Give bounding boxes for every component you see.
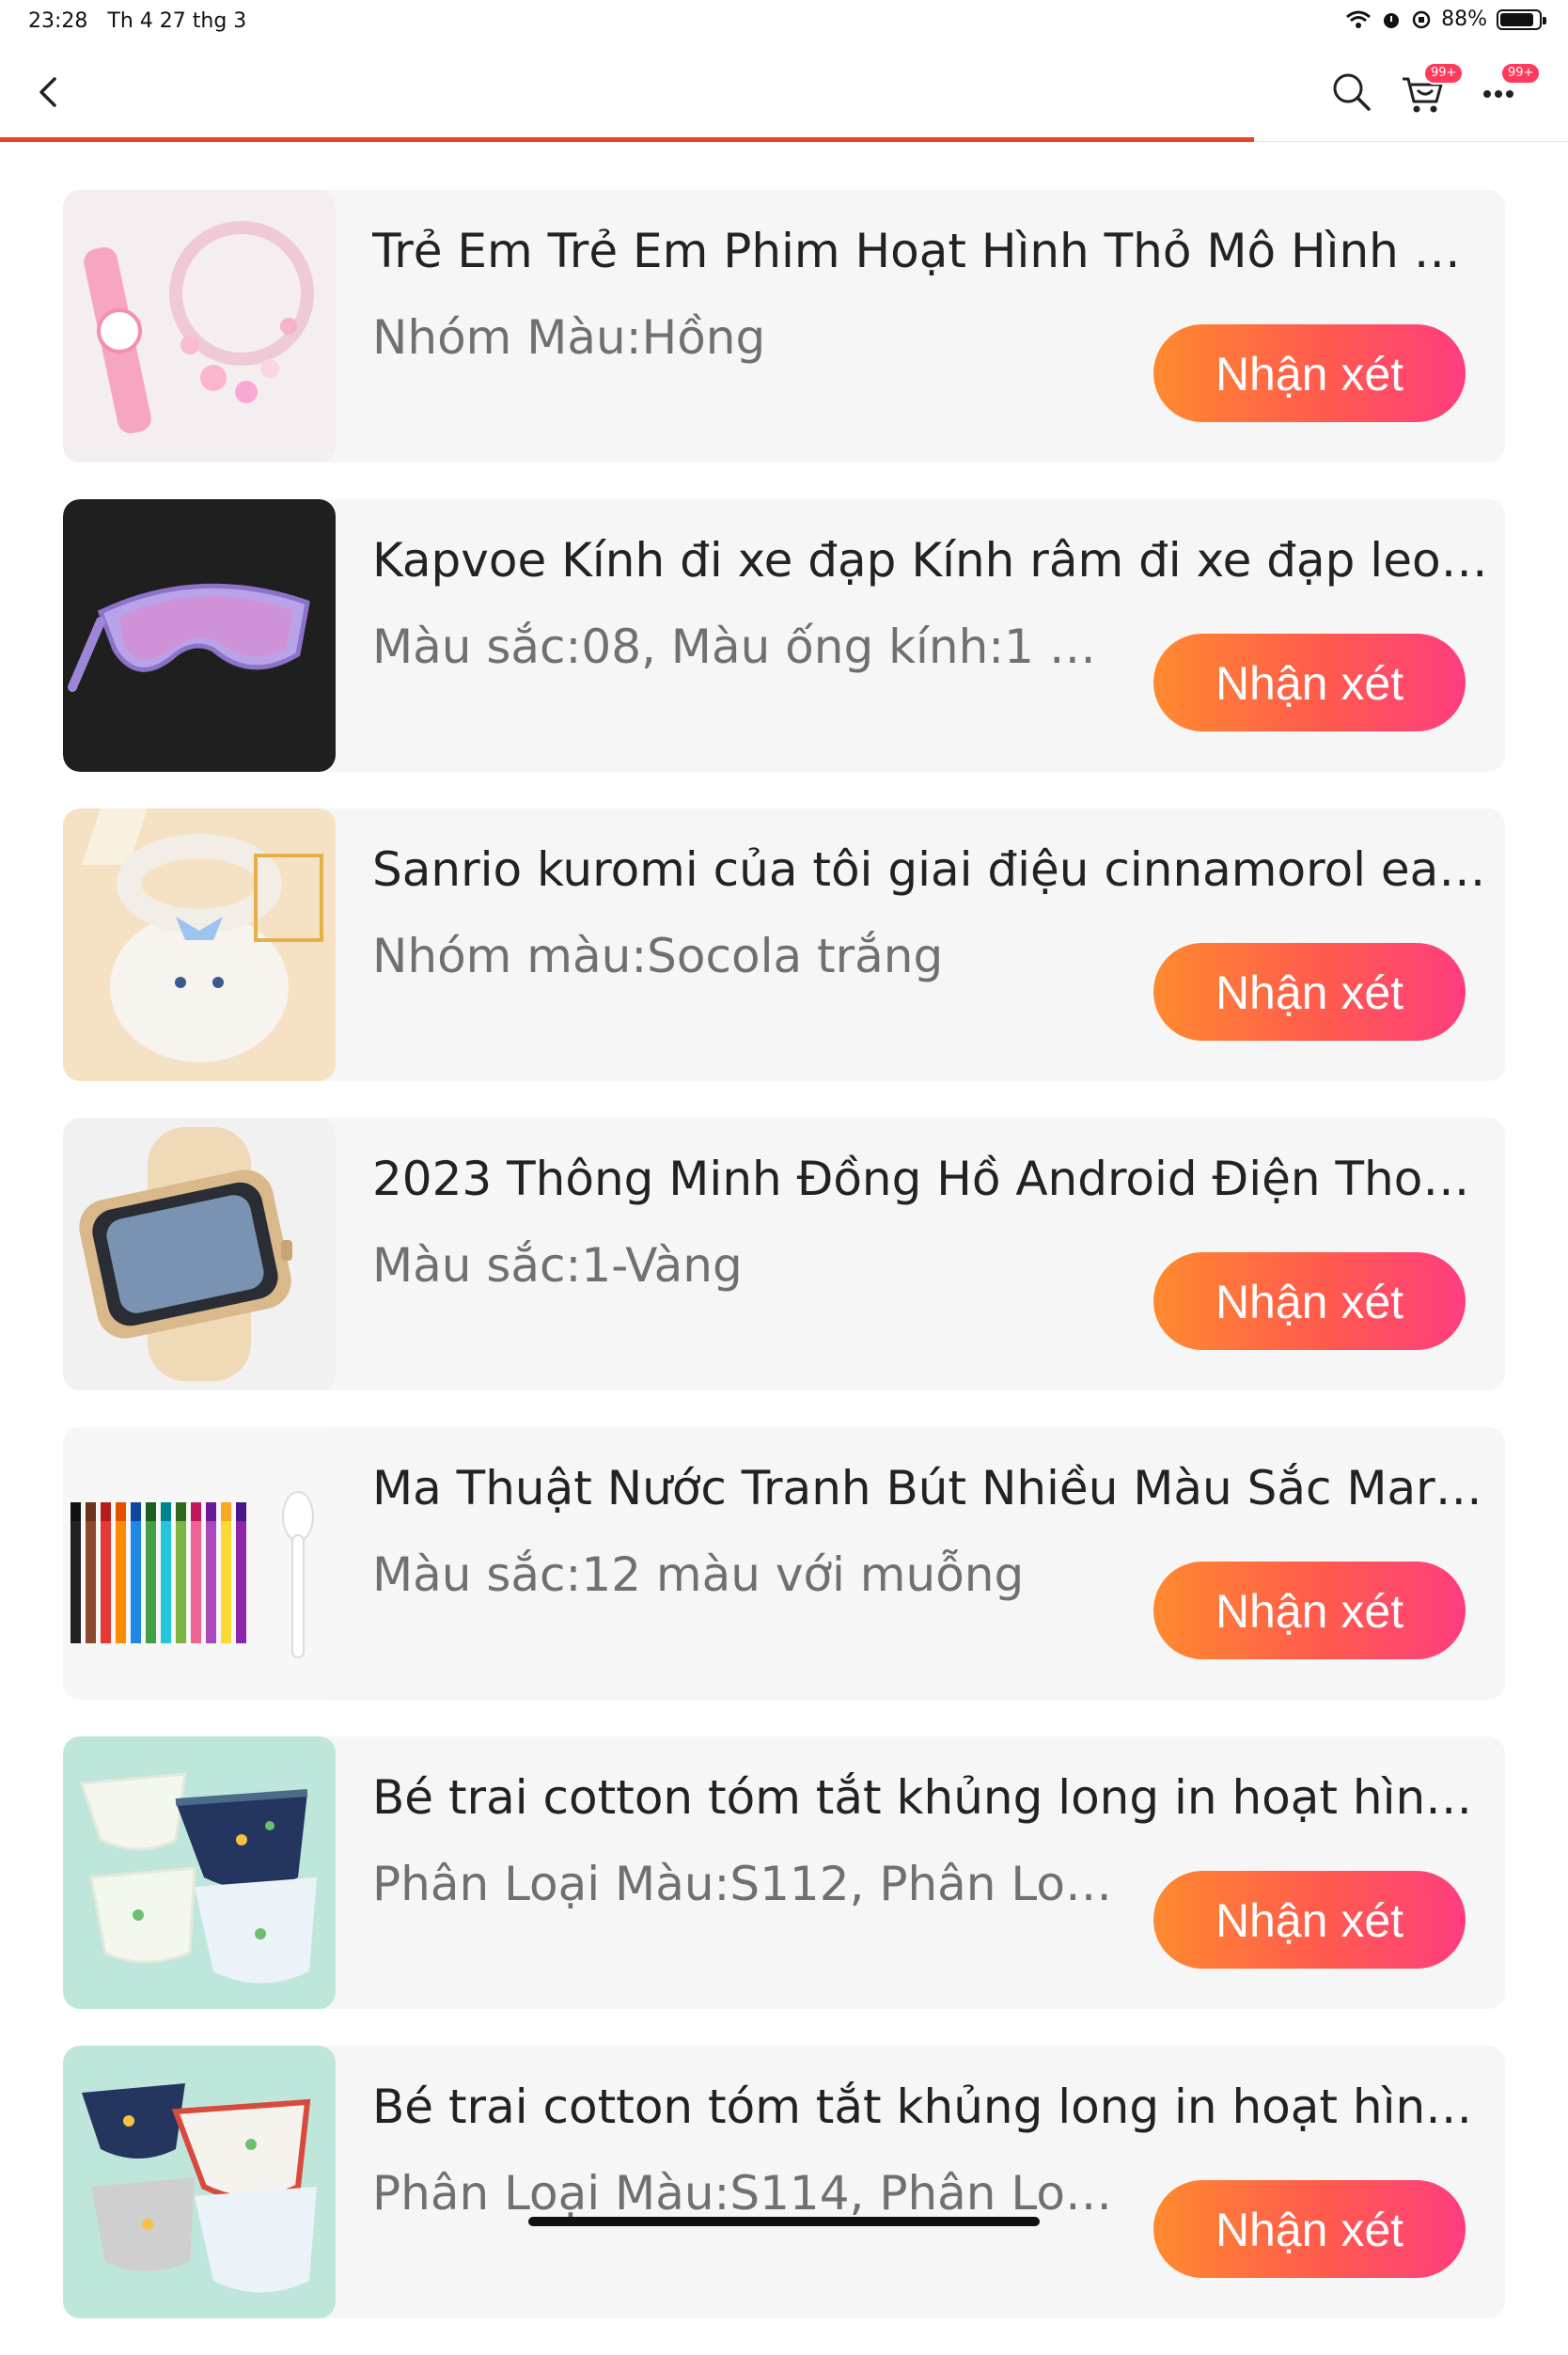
- list-item[interactable]: Sanrio kuromi của tôi giai điệu cinnamor…: [63, 809, 1505, 1081]
- product-thumbnail[interactable]: [63, 190, 336, 463]
- smartwatch-image: [63, 1118, 336, 1390]
- home-indicator[interactable]: [528, 2217, 1040, 2226]
- product-title: Bé trai cotton tóm tắt khủng long in hoạ…: [372, 1770, 1491, 1825]
- product-title: 2023 Thông Minh Đồng Hồ Android Điện Tho…: [372, 1152, 1491, 1206]
- product-thumbnail[interactable]: [63, 1736, 336, 2009]
- wifi-icon: [1346, 10, 1372, 28]
- review-button[interactable]: Nhận xét: [1153, 2180, 1466, 2278]
- status-date: Th 4 27 thg 3: [107, 9, 247, 33]
- boys-underwear-image: [63, 1736, 336, 2009]
- product-variant: Màu sắc:1-Vàng: [372, 1238, 743, 1293]
- product-title: Bé trai cotton tóm tắt khủng long in hoạ…: [372, 2080, 1491, 2134]
- list-item[interactable]: Trẻ Em Trẻ Em Phim Hoạt Hình Thỏ Mô Hình…: [63, 190, 1505, 463]
- search-icon[interactable]: [1327, 68, 1376, 117]
- cart-badge: 99+: [1423, 62, 1465, 85]
- list-item[interactable]: Kapvoe Kính đi xe đạp Kính râm đi xe đạp…: [63, 499, 1505, 772]
- battery-percent: 88%: [1441, 8, 1487, 31]
- product-thumbnail[interactable]: [63, 809, 336, 1081]
- product-variant: Phân Loại Màu:S114, Phân Loại ...: [372, 2166, 1124, 2221]
- marker-pens-image: [63, 1427, 336, 1700]
- boys-underwear-image: [63, 2046, 336, 2318]
- alarm-icon: [1384, 12, 1400, 28]
- product-thumbnail[interactable]: [63, 1427, 336, 1700]
- review-product-list: Trẻ Em Trẻ Em Phim Hoạt Hình Thỏ Mô Hình…: [63, 190, 1505, 2355]
- more-badge: 99+: [1500, 62, 1542, 85]
- list-item[interactable]: Bé trai cotton tóm tắt khủng long in hoạ…: [63, 1736, 1505, 2009]
- product-thumbnail[interactable]: [63, 1118, 336, 1390]
- review-button[interactable]: Nhận xét: [1153, 943, 1466, 1041]
- nav-bar: 99+ 99+: [0, 43, 1568, 142]
- product-variant: Phân Loại Màu:S112, Phân Loại ...: [372, 1857, 1124, 1911]
- product-variant: Màu sắc:12 màu với muỗng: [372, 1547, 1025, 1602]
- review-button[interactable]: Nhận xét: [1153, 1871, 1466, 1969]
- status-right: 88%: [1345, 8, 1546, 31]
- product-variant: Nhóm màu:Socola trắng: [372, 929, 944, 983]
- page-progress-bar: [0, 137, 1254, 142]
- product-thumbnail[interactable]: [63, 499, 336, 772]
- status-clock: 23:28: [28, 9, 88, 33]
- cart-button[interactable]: 99+: [1399, 62, 1465, 117]
- review-button[interactable]: Nhận xét: [1153, 1562, 1466, 1659]
- product-variant: Màu sắc:08, Màu ống kính:1 ốn...: [372, 620, 1124, 674]
- cycling-sunglasses-image: [63, 499, 336, 772]
- orientation-lock-icon: [1412, 10, 1431, 28]
- list-item[interactable]: 2023 Thông Minh Đồng Hồ Android Điện Tho…: [63, 1118, 1505, 1390]
- product-title: Kapvoe Kính đi xe đạp Kính râm đi xe đạp…: [372, 533, 1491, 588]
- review-button[interactable]: Nhận xét: [1153, 634, 1466, 731]
- product-variant: Nhóm Màu:Hồng: [372, 310, 766, 365]
- cinnamoroll-earmuffs-image: [63, 809, 336, 1081]
- list-item[interactable]: Bé trai cotton tóm tắt khủng long in hoạ…: [63, 2046, 1505, 2318]
- status-bar: 23:28 Th 4 27 thg 3 88%: [0, 0, 1568, 43]
- product-thumbnail[interactable]: [63, 2046, 336, 2318]
- list-item[interactable]: Ma Thuật Nước Tranh Bút Nhiều Màu Sắc Ma…: [63, 1427, 1505, 1700]
- status-time: 23:28 Th 4 27 thg 3: [28, 9, 246, 33]
- review-button[interactable]: Nhận xét: [1153, 1252, 1466, 1350]
- product-title: Sanrio kuromi của tôi giai điệu cinnamor…: [372, 842, 1491, 897]
- battery-icon: [1497, 8, 1546, 30]
- back-chevron-icon[interactable]: [28, 71, 70, 113]
- review-button[interactable]: Nhận xét: [1153, 324, 1466, 422]
- product-title: Ma Thuật Nước Tranh Bút Nhiều Màu Sắc Ma…: [372, 1461, 1491, 1515]
- product-title: Trẻ Em Trẻ Em Phim Hoạt Hình Thỏ Mô Hình…: [372, 224, 1491, 278]
- more-button[interactable]: 99+: [1476, 62, 1542, 117]
- bunny-jewelry-image: [63, 190, 336, 463]
